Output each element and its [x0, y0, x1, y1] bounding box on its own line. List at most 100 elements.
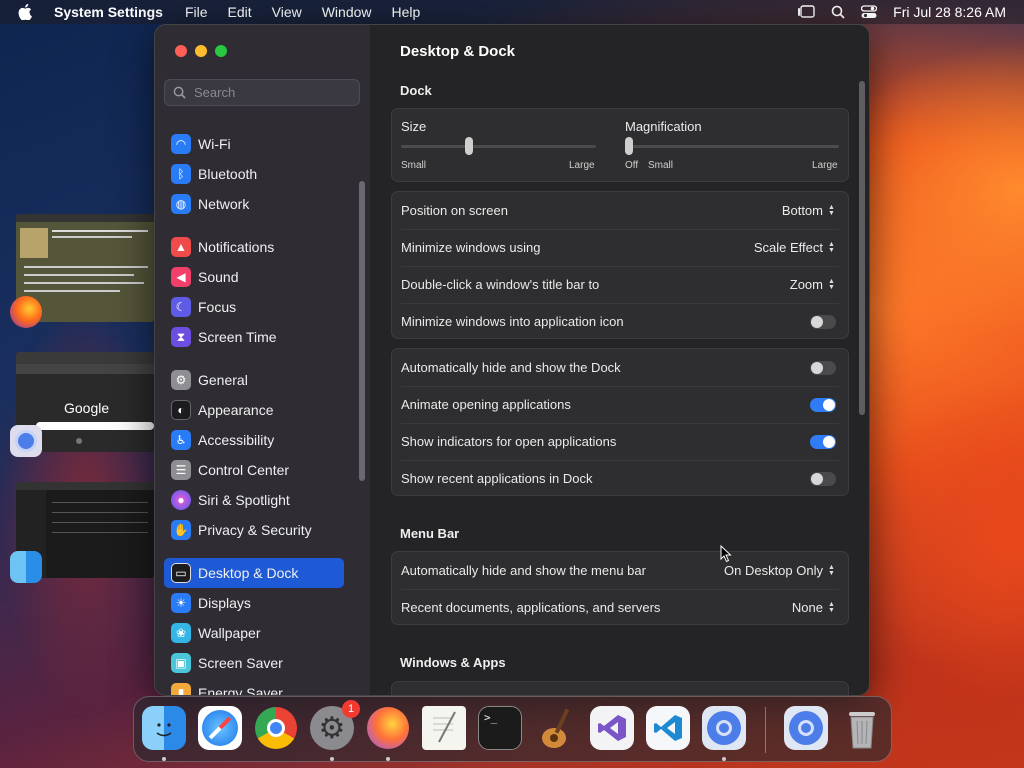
- terminal-icon[interactable]: >_: [478, 706, 522, 750]
- sidebar-item-siri-spotlight[interactable]: ● Siri & Spotlight: [164, 485, 346, 515]
- chrome-icon[interactable]: [254, 706, 298, 750]
- menu-help[interactable]: Help: [392, 4, 421, 20]
- windows-apps-group: [391, 681, 849, 695]
- double-click-label: Double-click a window's title bar to: [401, 277, 600, 292]
- position-select[interactable]: Bottom ▲ ▼: [782, 203, 836, 218]
- menu-bar: System Settings File Edit View Window He…: [0, 0, 1024, 24]
- chromium-thumbnail-icon: [10, 425, 42, 457]
- notification-badge: 1: [342, 700, 360, 718]
- sidebar-item-appearance[interactable]: ◐ Appearance: [164, 395, 346, 425]
- menubar-autohide-select[interactable]: On Desktop Only ▲ ▼: [724, 563, 836, 578]
- sidebar-item-label: Notifications: [198, 239, 275, 255]
- sidebar-item-desktop-dock[interactable]: ▭ Desktop & Dock: [164, 558, 344, 588]
- bell-icon: ▲: [171, 237, 191, 257]
- magnification-slider-track[interactable]: [625, 145, 839, 148]
- sidebar-search[interactable]: [164, 79, 360, 106]
- visual-studio-icon[interactable]: [590, 706, 634, 750]
- trash-icon[interactable]: [840, 706, 884, 750]
- menu-edit[interactable]: Edit: [228, 4, 252, 20]
- double-click-row: Double-click a window's title bar to Zoo…: [392, 266, 848, 303]
- sidebar-item-label: Control Center: [198, 462, 290, 478]
- system-settings-icon[interactable]: ⚙ 1: [310, 700, 360, 750]
- recent-apps-toggle[interactable]: [810, 471, 836, 486]
- page-title: Desktop & Dock: [400, 43, 516, 60]
- minimize-button[interactable]: [195, 45, 207, 57]
- zoom-button[interactable]: [215, 45, 227, 57]
- minimize-into-icon-row: Minimize windows into application icon: [392, 303, 848, 340]
- sidebar-item-notifications[interactable]: ▲ Notifications: [164, 232, 346, 262]
- animate-toggle[interactable]: [810, 397, 836, 412]
- sidebar: ◠ Wi-Fi ᛒ Bluetooth ◍ Network ▲ Notification…: [155, 25, 370, 695]
- chevron-updown-icon: ▲ ▼: [828, 563, 835, 577]
- minimize-label: Minimize windows using: [401, 240, 541, 255]
- sidebar-item-label: Screen Saver: [198, 655, 283, 671]
- sidebar-item-screen-saver[interactable]: ▣ Screen Saver: [164, 648, 346, 678]
- recent-docs-select[interactable]: None ▲ ▼: [792, 600, 836, 615]
- system-settings-window: ◠ Wi-Fi ᛒ Bluetooth ◍ Network ▲ Notification…: [154, 24, 870, 696]
- garageband-icon[interactable]: [534, 706, 578, 750]
- textedit-icon[interactable]: [422, 706, 466, 750]
- magnification-large-label: Large: [812, 160, 838, 171]
- menu-file[interactable]: File: [185, 4, 208, 20]
- minimize-select[interactable]: Scale Effect ▲ ▼: [754, 240, 836, 255]
- menu-app-name[interactable]: System Settings: [54, 4, 163, 20]
- chevron-updown-icon: ▲ ▼: [828, 240, 835, 254]
- close-button[interactable]: [175, 45, 187, 57]
- battery-icon: ▮: [171, 683, 191, 695]
- menu-view[interactable]: View: [272, 4, 302, 20]
- vscode-icon[interactable]: [646, 706, 690, 750]
- menu-window[interactable]: Window: [322, 4, 372, 20]
- autohide-toggle[interactable]: [810, 360, 836, 375]
- minimize-into-icon-toggle[interactable]: [810, 314, 836, 329]
- sidebar-item-displays[interactable]: ☀ Displays: [164, 588, 346, 618]
- sidebar-item-privacy-security[interactable]: ✋ Privacy & Security: [164, 515, 346, 545]
- sidebar-item-label: Appearance: [198, 402, 274, 418]
- size-large-label: Large: [569, 160, 595, 171]
- magnification-slider-thumb[interactable]: [625, 137, 633, 155]
- sidebar-item-network[interactable]: ◍ Network: [164, 189, 346, 219]
- apple-menu-icon[interactable]: [18, 4, 32, 20]
- magnification-label: Magnification: [625, 119, 702, 134]
- accessibility-icon: ♿: [171, 430, 191, 450]
- menubar-autohide-label: Automatically hide and show the menu bar: [401, 563, 646, 578]
- control-center-menu-icon[interactable]: [861, 5, 878, 19]
- spotlight-search-icon[interactable]: [831, 5, 845, 19]
- sidebar-item-label: Privacy & Security: [198, 522, 312, 538]
- stage-manager-icon[interactable]: [797, 5, 815, 19]
- google-logo: Google: [64, 400, 110, 416]
- sidebar-item-energy-saver[interactable]: ▮ Energy Saver: [164, 678, 346, 695]
- minimize-into-icon-label: Minimize windows into application icon: [401, 314, 624, 329]
- sidebar-item-accessibility[interactable]: ♿ Accessibility: [164, 425, 346, 455]
- sidebar-item-bluetooth[interactable]: ᛒ Bluetooth: [164, 159, 346, 189]
- sidebar-item-sound[interactable]: ◀ Sound: [164, 262, 346, 292]
- size-slider-track[interactable]: [401, 145, 596, 148]
- sidebar-item-label: Screen Time: [198, 329, 277, 345]
- sidebar-item-wifi[interactable]: ◠ Wi-Fi: [164, 129, 346, 159]
- size-slider-thumb[interactable]: [465, 137, 474, 155]
- search-input[interactable]: [194, 85, 354, 100]
- position-row: Position on screen Bottom ▲ ▼: [392, 192, 848, 229]
- sidebar-item-wallpaper[interactable]: ❀ Wallpaper: [164, 618, 346, 648]
- double-click-select[interactable]: Zoom ▲ ▼: [790, 277, 836, 292]
- sidebar-item-focus[interactable]: ☾ Focus: [164, 292, 346, 322]
- menu-clock[interactable]: Fri Jul 28 8:26 AM: [893, 4, 1006, 20]
- menu-bar-group: Automatically hide and show the menu bar…: [391, 551, 849, 625]
- sidebar-item-general[interactable]: ⚙ General: [164, 365, 346, 395]
- sidebar-list: ◠ Wi-Fi ᛒ Bluetooth ◍ Network ▲ Notification…: [164, 129, 346, 695]
- indicators-toggle[interactable]: [810, 434, 836, 449]
- chromium-icon[interactable]: [702, 706, 746, 750]
- safari-icon[interactable]: [198, 706, 242, 750]
- dock-visibility-group: Automatically hide and show the Dock Ani…: [391, 348, 849, 496]
- globe-icon: ◍: [171, 194, 191, 214]
- firefox-icon[interactable]: [366, 706, 410, 750]
- sidebar-item-label: Network: [198, 196, 250, 212]
- chromium-minimized-icon[interactable]: [784, 706, 828, 750]
- sidebar-item-label: Wallpaper: [198, 625, 261, 641]
- speaker-icon: ◀: [171, 267, 191, 287]
- finder-icon[interactable]: [142, 706, 186, 750]
- sidebar-item-screen-time[interactable]: ⧗ Screen Time: [164, 322, 346, 352]
- content-scrollbar[interactable]: [859, 81, 865, 415]
- sidebar-scrollbar[interactable]: [359, 181, 365, 481]
- sidebar-item-control-center[interactable]: ☰ Control Center: [164, 455, 346, 485]
- minimize-row: Minimize windows using Scale Effect ▲ ▼: [392, 229, 848, 266]
